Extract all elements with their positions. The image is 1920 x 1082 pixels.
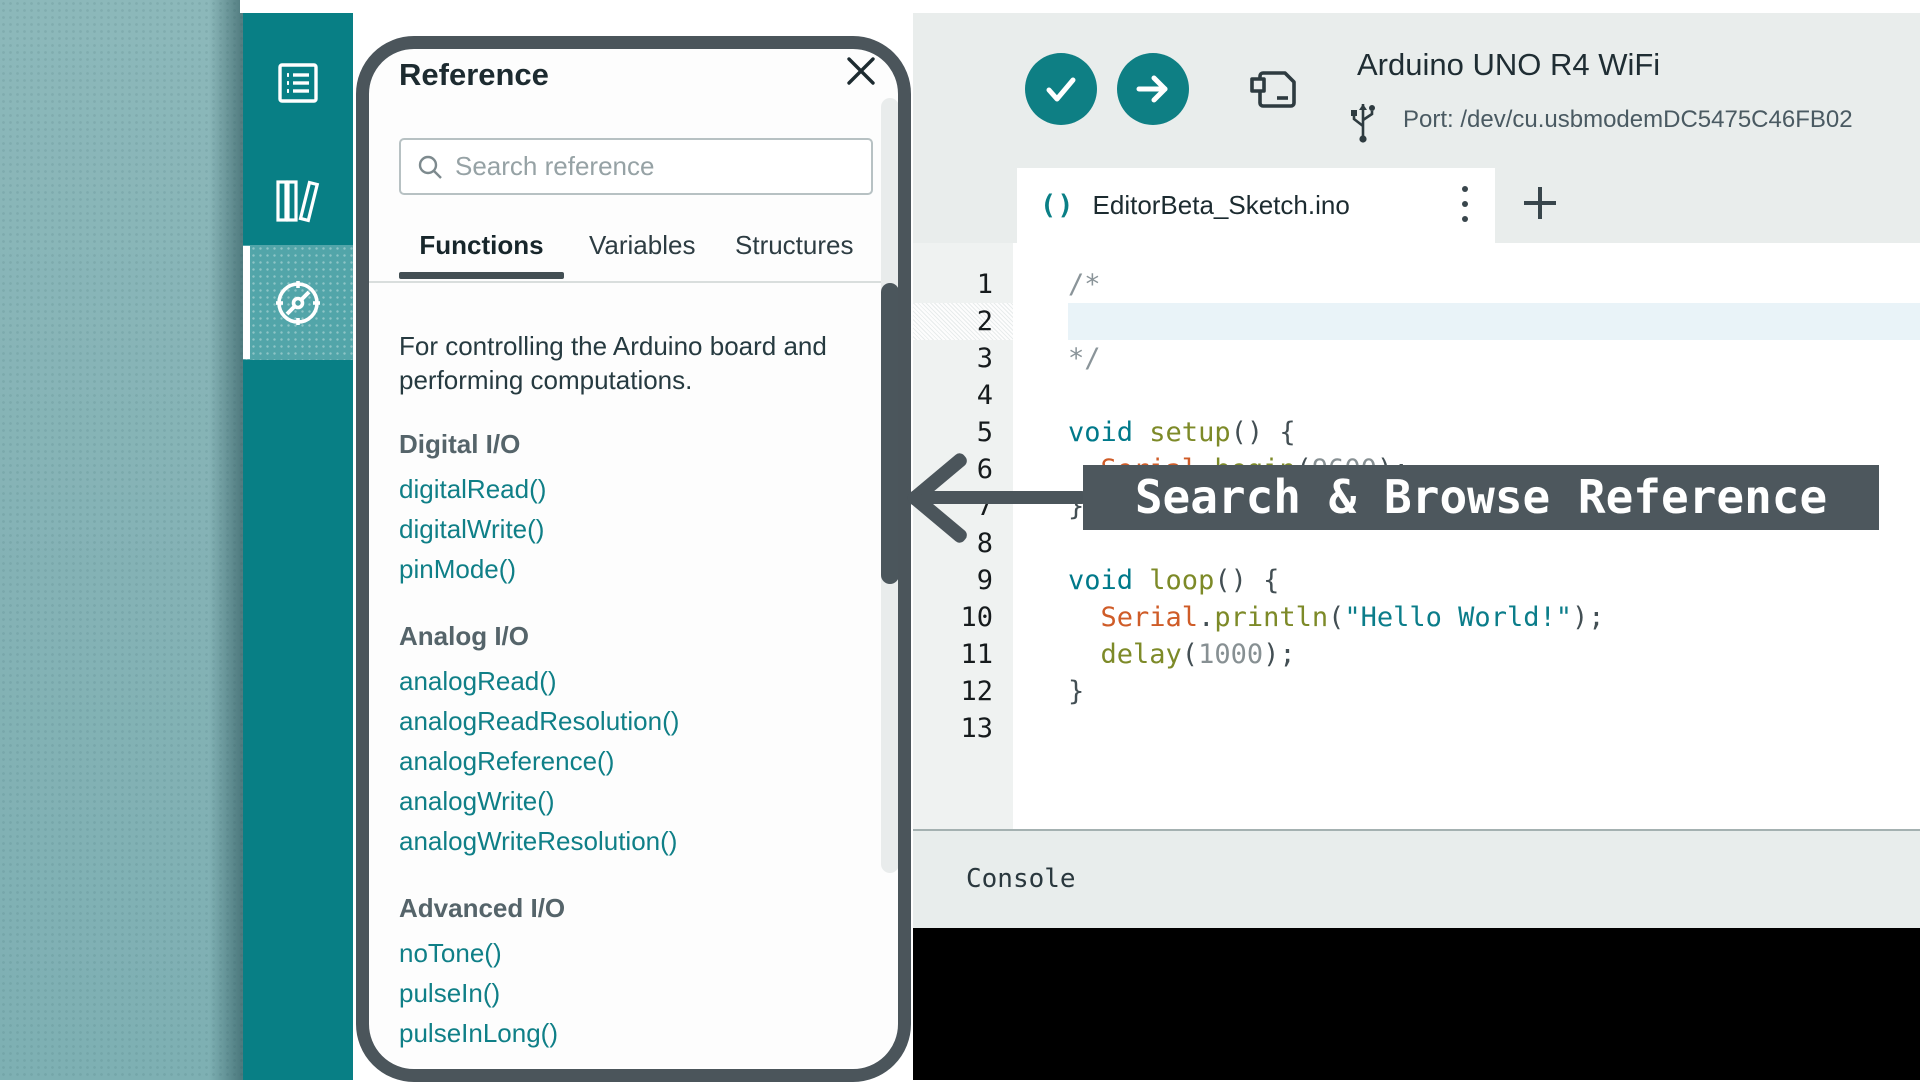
code-line: */ [1068,340,1101,377]
sidebar-item-reference[interactable] [243,245,353,360]
verify-button[interactable] [1025,53,1097,125]
line-number: 12 [913,673,993,710]
usb-icon [1348,96,1378,144]
reference-link[interactable]: pulseIn() [399,973,838,1013]
code-line: void loop() { [1068,562,1279,599]
reference-scroll-area[interactable]: For controlling the Arduino board and pe… [369,283,898,1067]
tab-menu-button[interactable] [1457,186,1473,222]
active-tab-underline [399,272,564,279]
line-number: 3 [913,340,993,377]
line-number: 2 [913,303,993,340]
annotation-arrow-shaft [922,491,1086,504]
section-header: Advanced I/O [399,893,838,923]
reference-link[interactable]: analogRead() [399,661,838,701]
reference-section: Analog I/O analogRead()analogReadResolut… [399,621,838,861]
reference-sections: Digital I/O digitalRead()digitalWrite()p… [399,429,838,1053]
reference-link[interactable]: pinMode() [399,549,838,589]
reference-section: Advanced I/O noTone()pulseIn()pulseInLon… [399,893,838,1053]
compass-icon [272,277,324,329]
code-line: } [1068,673,1084,710]
reference-search-box[interactable] [399,138,873,195]
board-selector-icon[interactable] [1250,70,1298,110]
add-tab-button[interactable] [1524,187,1556,219]
reference-section: Digital I/O digitalRead()digitalWrite()p… [399,429,838,589]
tab-structures[interactable]: Structures [735,230,854,261]
code-line: Serial.println("Hello World!"); [1068,599,1604,636]
arduino-cloud-editor: Arduino UNO R4 WiFi Port: /dev/cu.usbmod… [0,0,1920,1080]
code-line: void setup() { [1068,414,1296,451]
sidebar-item-library[interactable] [243,163,353,238]
top-strip [240,0,1920,13]
reference-link[interactable]: noTone() [399,933,838,973]
reference-link[interactable]: pulseInLong() [399,1013,838,1053]
reference-link[interactable]: analogWriteResolution() [399,821,838,861]
library-icon [272,175,324,227]
section-header: Analog I/O [399,621,838,651]
reference-intro: For controlling the Arduino board and pe… [399,329,838,397]
check-icon [1041,69,1081,109]
code-editor[interactable]: 12345678910111213 /**/void setup() { Ser… [913,243,1920,829]
console-panel-header[interactable]: Console [913,829,1920,928]
reference-link[interactable]: analogReadResolution() [399,701,838,741]
search-input[interactable] [455,151,871,182]
code-line: delay(1000); [1068,636,1296,673]
code-brackets-icon: () [1040,190,1075,221]
search-icon [417,154,443,180]
tab-active-sketch[interactable]: () EditorBeta_Sketch.ino [1017,168,1495,243]
line-number: 10 [913,599,993,636]
board-name[interactable]: Arduino UNO R4 WiFi [1357,47,1660,83]
line-number: 11 [913,636,993,673]
console-output [913,928,1920,1080]
annotation-label: Search & Browse Reference [1083,465,1879,530]
line-number: 5 [913,414,993,451]
upload-button[interactable] [1117,53,1189,125]
reference-panel-title: Reference [399,57,549,93]
line-number: 9 [913,562,993,599]
port-label: Port: /dev/cu.usbmodemDC5475C46FB02 [1403,106,1853,134]
scrollbar-thumb[interactable] [881,283,899,584]
sidebar [243,13,353,1080]
line-number: 1 [913,266,993,303]
console-title: Console [966,864,1076,894]
tab-functions[interactable]: Functions [399,230,564,261]
line-number: 4 [913,377,993,414]
line-number: 13 [913,710,993,747]
reference-panel: Reference Functions Variables Structures… [369,49,898,1067]
reference-link[interactable]: analogWrite() [399,781,838,821]
sidebar-active-indicator [243,246,250,359]
code-line: /* [1068,266,1101,303]
close-icon[interactable] [846,56,876,86]
arrow-right-icon [1133,69,1173,109]
tab-filename: EditorBeta_Sketch.ino [1093,190,1350,221]
reference-link[interactable]: digitalRead() [399,469,838,509]
section-header: Digital I/O [399,429,838,459]
sketchbook-icon [276,61,320,105]
sidebar-item-sketchbook[interactable] [243,50,353,116]
tab-variables[interactable]: Variables [589,230,695,261]
blurred-backdrop [0,0,243,1080]
reference-link[interactable]: digitalWrite() [399,509,838,549]
reference-link[interactable]: analogReference() [399,741,838,781]
active-line-highlight [1068,303,1920,340]
